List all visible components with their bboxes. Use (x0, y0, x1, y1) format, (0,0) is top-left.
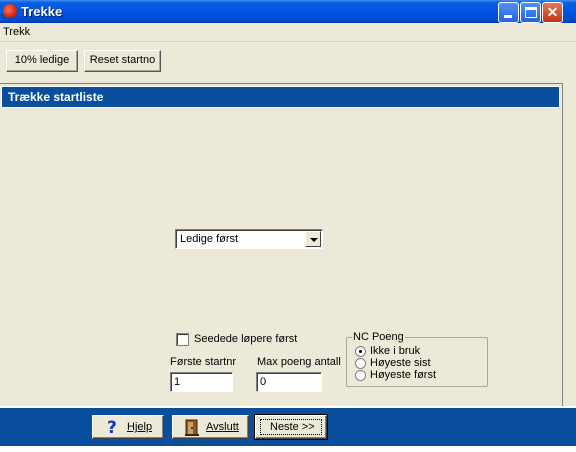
nc-points-legend: NC Poeng (352, 331, 405, 343)
next-button-label: Neste >> (270, 421, 315, 433)
door-exit-icon (185, 419, 199, 436)
help-button-label: Hjelp (127, 421, 153, 433)
footer-bar: ? Hjelp Avslutt Neste >> (0, 406, 576, 446)
radio-label: Høyeste først (370, 369, 437, 381)
status-strip (0, 446, 576, 452)
next-button[interactable]: Neste >> (254, 414, 328, 440)
exit-button[interactable]: Avslutt (172, 415, 249, 439)
panel-title: Trække startliste (8, 90, 104, 104)
close-button[interactable]: ✕ (542, 2, 563, 23)
toolbar: 10% ledige Reset startno (0, 42, 576, 75)
radio-button[interactable] (355, 358, 366, 369)
nc-points-group: NC Poeng Ikke i bruk Høyeste sist Høyest… (346, 331, 488, 387)
chevron-down-icon[interactable] (305, 231, 321, 247)
first-start-label: Første startnr (170, 356, 237, 368)
maximize-button[interactable] (520, 2, 541, 23)
menu-trekk[interactable]: Trekk (3, 26, 30, 38)
title-bar: Trekke ✕ (0, 0, 576, 23)
order-select[interactable]: Ledige først (175, 229, 323, 249)
radio-button[interactable] (355, 370, 366, 381)
seeded-checkbox-label: Seedede løpere først (194, 333, 298, 345)
order-select-value: Ledige først (180, 233, 239, 245)
help-button[interactable]: ? Hjelp (92, 415, 164, 439)
minimize-icon (504, 15, 512, 18)
max-points-input[interactable]: 0 (256, 372, 322, 392)
ledige-button[interactable]: 10% ledige (6, 50, 78, 72)
exit-button-label: Avslutt (206, 421, 239, 433)
seeded-checkbox[interactable] (176, 333, 189, 346)
max-points-label: Max poeng antall (257, 356, 341, 368)
panel-header: Trække startliste (1, 86, 560, 108)
window-title: Trekke (21, 4, 63, 19)
app-icon[interactable] (3, 4, 17, 18)
radio-label: Ikke i bruk (370, 345, 421, 357)
maximize-icon (525, 7, 537, 18)
minimize-button[interactable] (498, 2, 519, 23)
first-start-input[interactable]: 1 (170, 372, 233, 392)
menu-bar: Trekk (0, 23, 576, 42)
help-icon: ? (107, 418, 117, 438)
radio-button-checked[interactable] (355, 346, 366, 357)
close-icon: ✕ (546, 4, 559, 20)
reset-startno-button[interactable]: Reset startno (84, 50, 161, 72)
radio-label: Høyeste sist (370, 357, 431, 369)
main-panel: Trække startliste Ledige først Seedede l… (0, 83, 563, 407)
